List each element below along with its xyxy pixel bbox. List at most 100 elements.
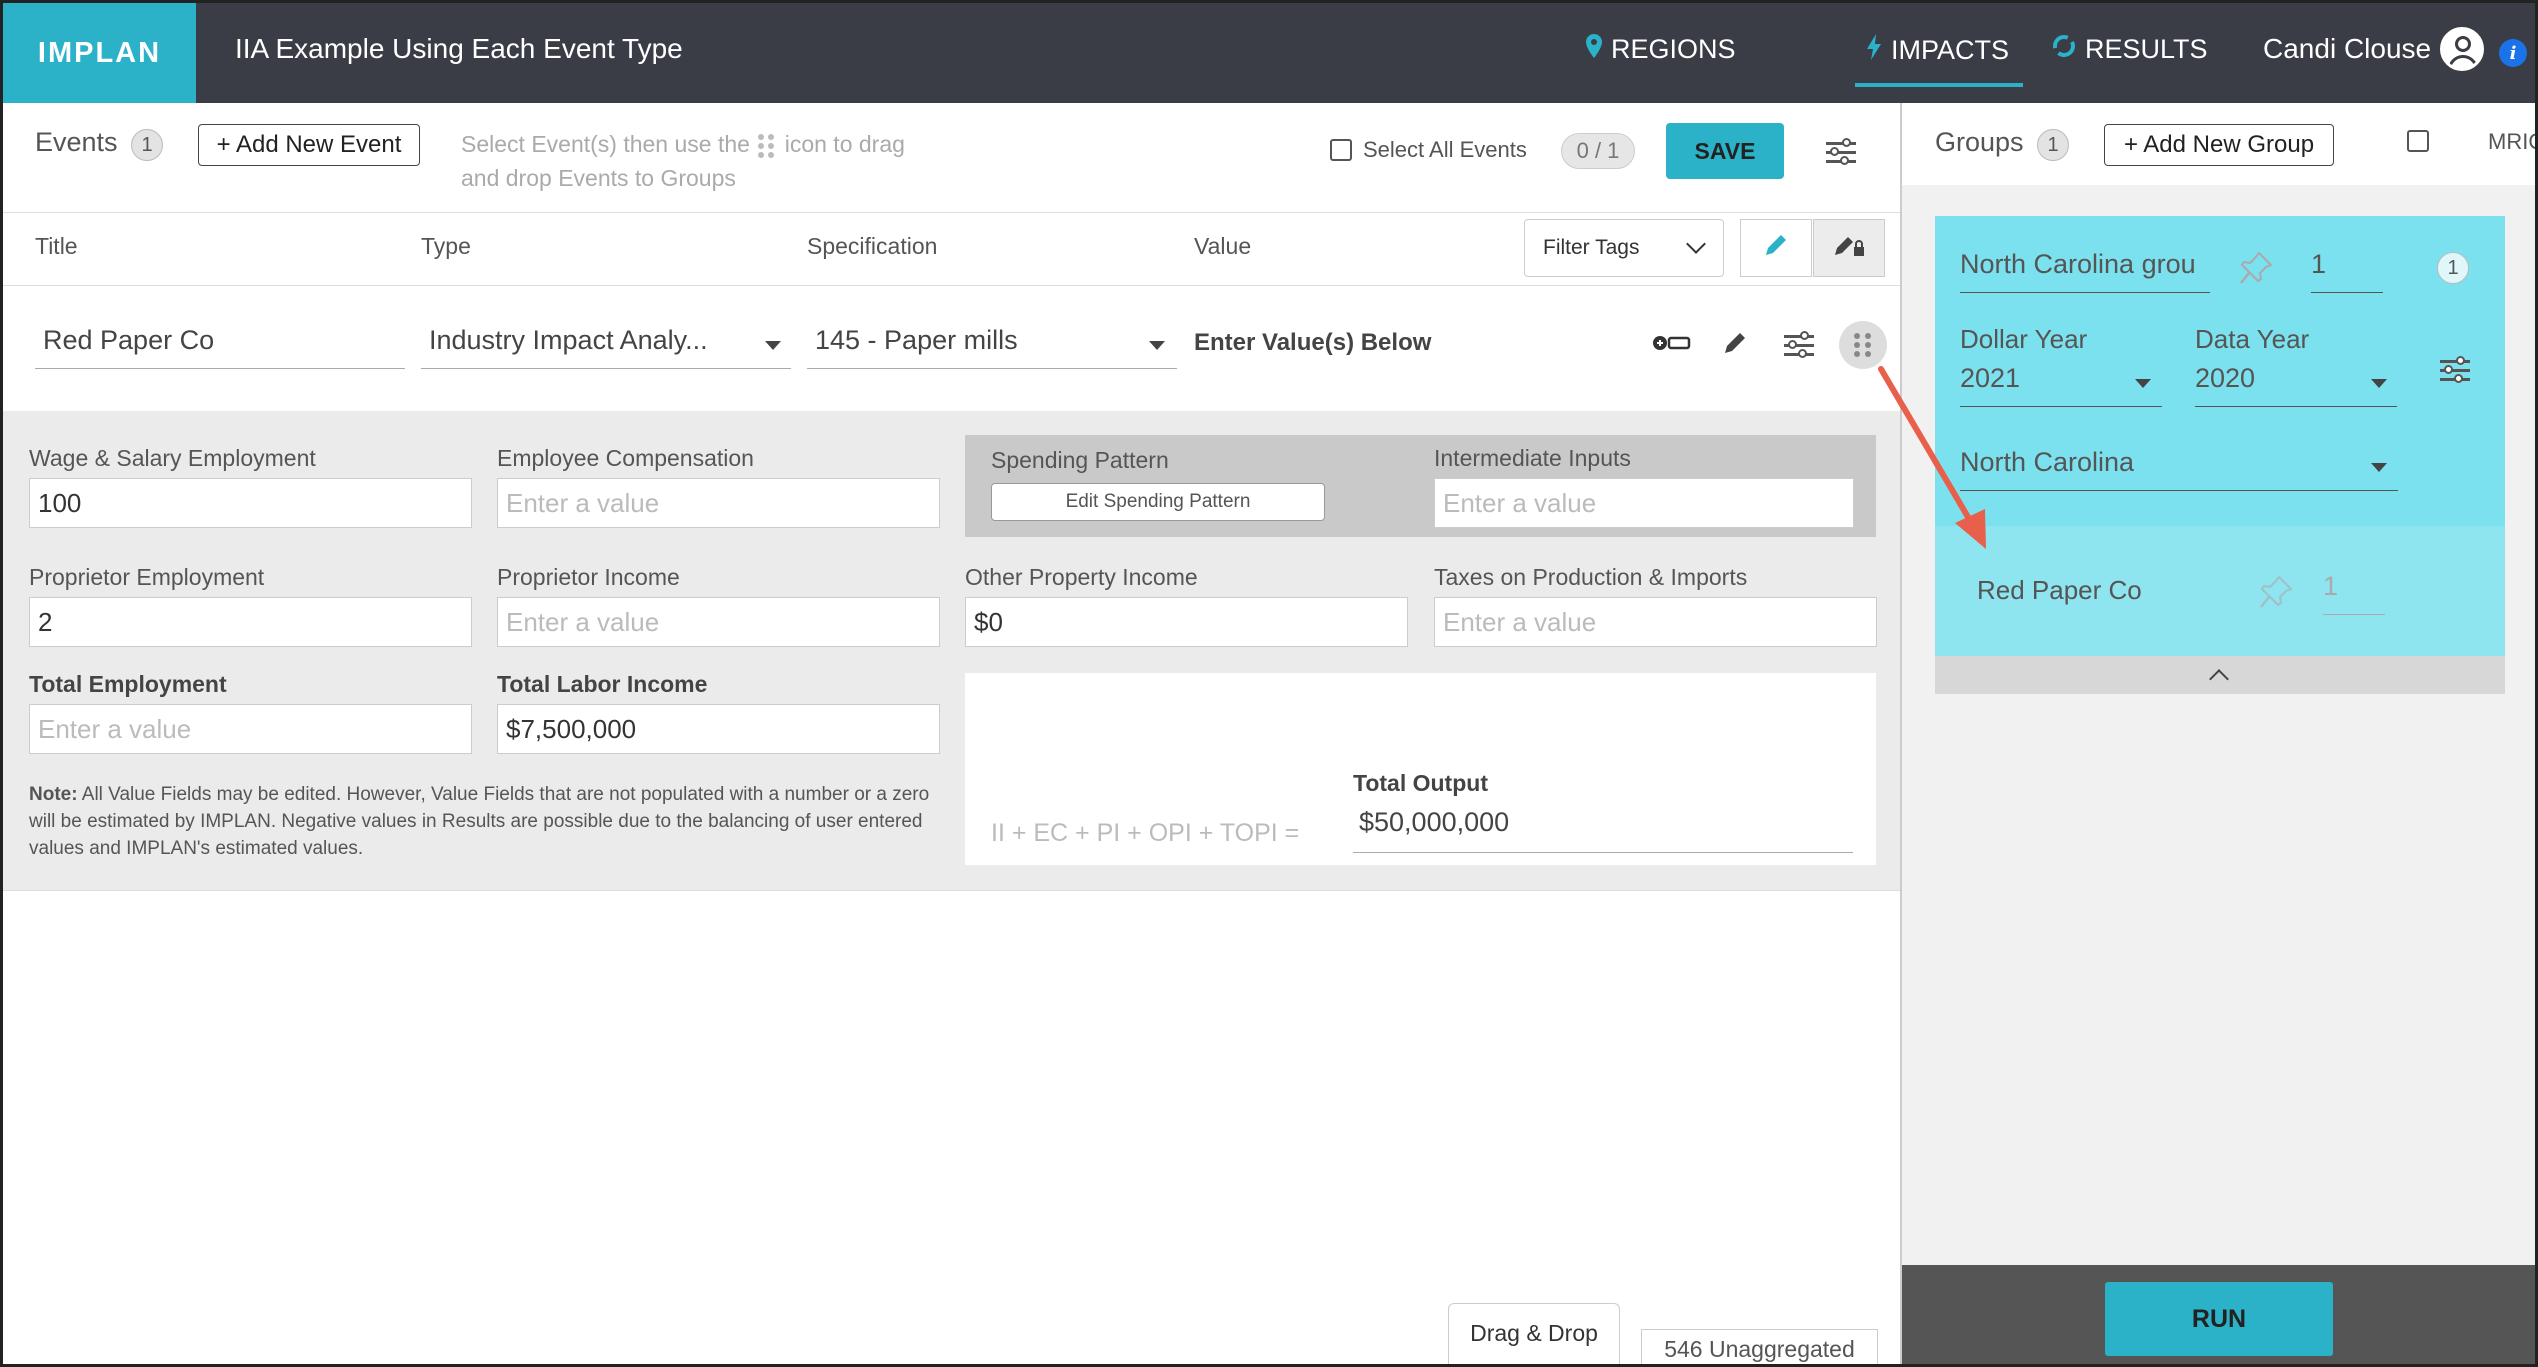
employee-compensation-label: Employee Compensation	[497, 445, 754, 471]
drag-hint-before: Select Event(s) then use the	[461, 131, 750, 157]
drag-handle-icon[interactable]	[1839, 321, 1887, 369]
caret-down-icon[interactable]	[1149, 341, 1165, 350]
collapse-group-bar[interactable]	[1935, 656, 2505, 694]
drag-hint-text: Select Event(s) then use the icon to dra…	[461, 127, 941, 195]
intermediate-inputs-input[interactable]: Enter a value	[1434, 478, 1854, 528]
add-new-event-button[interactable]: + Add New Event	[198, 124, 420, 166]
run-button[interactable]: RUN	[2105, 1282, 2333, 1356]
edit-pencil-button[interactable]	[1740, 219, 1812, 277]
taxes-production-label: Taxes on Production & Imports	[1434, 564, 1748, 590]
nav-regions[interactable]: REGIONS	[1585, 33, 1736, 66]
push-pin-icon[interactable]	[2239, 251, 2275, 292]
event-type-value: Industry Impact Analy...	[429, 325, 708, 355]
settings-sliders-icon[interactable]	[1784, 330, 1814, 360]
chevron-up-icon	[2209, 669, 2229, 689]
add-tag-icon[interactable]	[1651, 329, 1691, 364]
caret-down-icon[interactable]	[765, 341, 781, 350]
nav-impacts-label: IMPACTS	[1891, 35, 2010, 65]
nav-results-label: RESULTS	[2085, 34, 2208, 64]
total-output-input[interactable]: $50,000,000	[1353, 807, 1853, 853]
event-title-input[interactable]: Red Paper Co	[35, 325, 405, 369]
header-divider	[3, 285, 1900, 286]
other-property-income-label: Other Property Income	[965, 564, 1198, 590]
add-new-group-button[interactable]: + Add New Group	[2104, 124, 2334, 166]
intermediate-inputs-label: Intermediate Inputs	[1434, 445, 1631, 471]
dollar-year-value: 2021	[1960, 363, 2021, 393]
lock-edit-button[interactable]	[1813, 219, 1885, 277]
employee-compensation-input[interactable]: Enter a value	[497, 478, 940, 528]
edit-spending-pattern-button[interactable]: Edit Spending Pattern	[991, 483, 1325, 521]
info-icon[interactable]: i	[2499, 39, 2527, 67]
other-property-income-input[interactable]: $0	[965, 597, 1408, 647]
total-labor-income-label: Total Labor Income	[497, 671, 708, 697]
pencil-icon	[1762, 231, 1790, 266]
spending-pattern-label: Spending Pattern	[991, 447, 1169, 473]
column-type: Type	[421, 233, 471, 259]
region-select[interactable]: North Carolina	[1960, 447, 2398, 491]
mrio-label: MRIO	[2488, 129, 2535, 154]
group-event-name: Red Paper Co	[1977, 575, 2142, 605]
caret-down-icon[interactable]	[2371, 463, 2387, 472]
total-labor-income-input[interactable]: $7,500,000	[497, 704, 940, 754]
event-type-select[interactable]: Industry Impact Analy...	[421, 325, 791, 369]
group-event-scale-input[interactable]: 1	[2323, 571, 2385, 615]
events-label: Events	[35, 127, 118, 157]
save-button[interactable]: SAVE	[1666, 123, 1784, 179]
data-year-label: Data Year	[2195, 324, 2310, 354]
pencil-icon[interactable]	[1721, 329, 1749, 364]
proprietor-employment-label: Proprietor Employment	[29, 564, 265, 590]
user-name[interactable]: Candi Clouse	[2263, 33, 2431, 65]
event-specification-select[interactable]: 145 - Paper mills	[807, 325, 1177, 369]
push-pin-icon[interactable]	[2259, 575, 2295, 616]
nav-results[interactable]: RESULTS	[2051, 33, 2208, 66]
filter-tags-label: Filter Tags	[1543, 236, 1640, 259]
nav-regions-label: REGIONS	[1611, 34, 1736, 64]
selected-count-badge: 0 / 1	[1561, 133, 1635, 169]
filter-tags-dropdown[interactable]: Filter Tags	[1524, 219, 1724, 277]
chevron-down-icon	[1686, 234, 1706, 254]
unaggregated-count: 546 Unaggregated	[1641, 1329, 1878, 1364]
user-avatar-icon[interactable]	[2440, 27, 2484, 71]
drag-drop-tab[interactable]: Drag & Drop	[1448, 1303, 1620, 1364]
note-label: Note:	[29, 784, 78, 805]
map-pin-icon	[1585, 33, 1603, 66]
pencil-lock-icon	[1832, 231, 1866, 266]
event-specification-value: 145 - Paper mills	[815, 325, 1018, 355]
refresh-icon	[2051, 33, 2077, 66]
proprietor-income-label: Proprietor Income	[497, 564, 680, 590]
select-all-checkbox[interactable]	[1330, 139, 1352, 161]
project-title: IIA Example Using Each Event Type	[235, 33, 683, 64]
event-value-text: Enter Value(s) Below	[1194, 329, 1432, 356]
implan-logo[interactable]: IMPLAN	[3, 3, 196, 103]
caret-down-icon[interactable]	[2371, 379, 2387, 388]
app-window: IMPLAN IIA Example Using Each Event Type…	[0, 0, 2538, 1367]
mrio-checkbox[interactable]	[2407, 130, 2429, 152]
wage-salary-input[interactable]: 100	[29, 478, 472, 528]
region-value: North Carolina	[1960, 447, 2135, 477]
events-count-badge: 1	[131, 129, 163, 161]
group-event-count-badge: 1	[2437, 252, 2469, 284]
wage-salary-label: Wage & Salary Employment	[29, 445, 316, 471]
column-title: Title	[35, 233, 78, 259]
value-fields-note: Note: All Value Fields may be edited. Ho…	[29, 781, 939, 862]
select-all-label[interactable]: Select All Events	[1363, 137, 1527, 163]
lightning-icon	[1865, 33, 1883, 68]
total-output-label: Total Output	[1353, 770, 1488, 796]
group-settings-icon[interactable]	[2440, 355, 2470, 385]
settings-sliders-icon[interactable]	[1826, 137, 1856, 167]
column-specification: Specification	[807, 233, 938, 259]
group-name-input[interactable]: North Carolina grou	[1960, 249, 2210, 293]
caret-down-icon[interactable]	[2135, 379, 2151, 388]
total-employment-input[interactable]: Enter a value	[29, 704, 472, 754]
taxes-production-input[interactable]: Enter a value	[1434, 597, 1877, 647]
proprietor-income-input[interactable]: Enter a value	[497, 597, 940, 647]
dollar-year-select[interactable]: 2021	[1960, 363, 2162, 407]
note-text: All Value Fields may be edited. However,…	[29, 784, 930, 859]
proprietor-employment-input[interactable]: 2	[29, 597, 472, 647]
group-scale-input[interactable]: 1	[2311, 249, 2383, 293]
data-year-select[interactable]: 2020	[2195, 363, 2397, 407]
output-formula: II + EC + PI + OPI + TOPI =	[991, 819, 1300, 847]
nav-impacts[interactable]: IMPACTS	[1865, 33, 2009, 68]
column-value: Value	[1194, 233, 1252, 259]
drag-handle-icon	[756, 132, 778, 160]
